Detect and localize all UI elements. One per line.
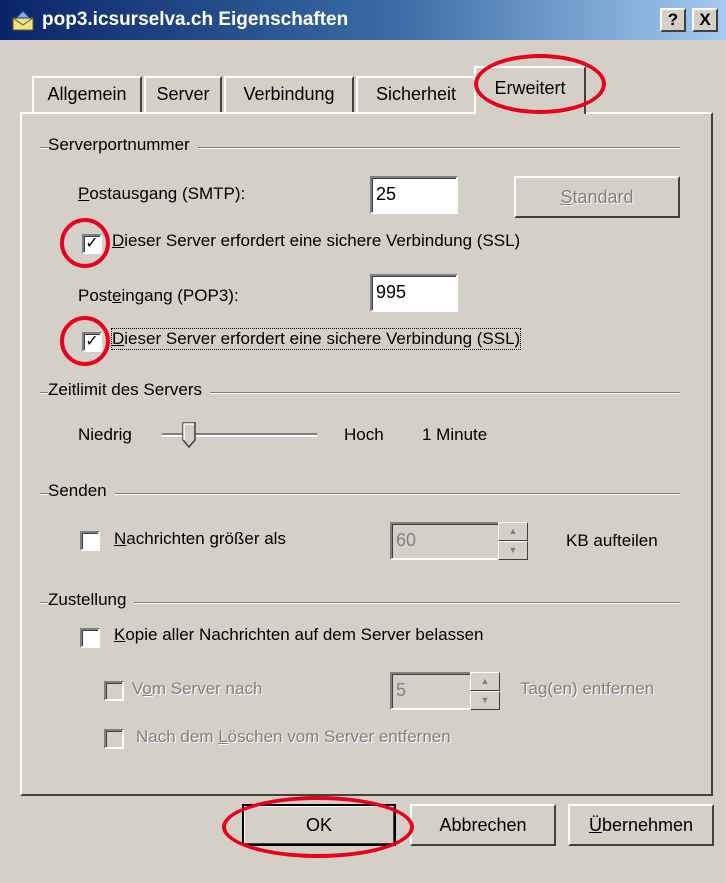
remove-after-checkbox[interactable] bbox=[104, 681, 124, 701]
chevron-down-icon[interactable]: ▼ bbox=[498, 541, 528, 560]
delivery-heading: Zustellung bbox=[48, 590, 135, 610]
remove-days-spinner[interactable]: ▲ ▼ bbox=[470, 672, 500, 710]
smtp-label: Postausgang (SMTP): bbox=[78, 184, 246, 203]
timeout-value: 1 Minute bbox=[422, 425, 488, 444]
tab-server[interactable]: Server bbox=[144, 76, 222, 112]
title-bar[interactable]: pop3.icsurselva.ch Eigenschaften ? X bbox=[0, 0, 726, 40]
window-title: pop3.icsurselva.ch Eigenschaften bbox=[42, 9, 349, 30]
keep-copy-label: Kopie aller Nachrichten auf dem Server b… bbox=[114, 625, 484, 644]
ok-button[interactable]: OK bbox=[242, 804, 396, 846]
timeout-heading: Zeitlimit des Servers bbox=[48, 380, 210, 400]
smtp-ssl-checkbox[interactable]: ✓ bbox=[82, 234, 102, 254]
chevron-up-icon[interactable]: ▲ bbox=[470, 672, 500, 691]
smtp-port-input[interactable]: 25 bbox=[370, 176, 458, 214]
smtp-ssl-label: Dieser Server erfordert eine sichere Ver… bbox=[112, 231, 521, 250]
split-size-spinner[interactable]: ▲ ▼ bbox=[498, 522, 528, 560]
remove-after-label: Vom Server nach bbox=[132, 679, 263, 698]
timeout-high-label: Hoch bbox=[344, 425, 384, 444]
tab-allgemein[interactable]: Allgemein bbox=[32, 76, 142, 112]
split-unit-label: KB aufteilen bbox=[566, 531, 658, 550]
tab-verbindung[interactable]: Verbindung bbox=[224, 76, 354, 112]
pop3-ssl-label: Dieser Server erfordert eine sichere Ver… bbox=[110, 328, 522, 350]
timeout-low-label: Niedrig bbox=[78, 425, 132, 444]
tab-sicherheit[interactable]: Sicherheit bbox=[356, 76, 476, 112]
send-heading: Senden bbox=[48, 481, 115, 501]
remove-deleted-checkbox[interactable] bbox=[104, 729, 124, 749]
chevron-up-icon[interactable]: ▲ bbox=[498, 522, 528, 541]
keep-copy-checkbox[interactable] bbox=[80, 628, 100, 648]
cancel-button[interactable]: Abbrechen bbox=[410, 804, 556, 846]
remove-days-input[interactable]: 5 bbox=[390, 672, 472, 710]
split-messages-label: Nachrichten größer als bbox=[114, 529, 286, 548]
standard-button: Standard bbox=[514, 176, 680, 218]
split-size-input[interactable]: 60 bbox=[390, 522, 500, 560]
group-divider bbox=[40, 602, 680, 604]
remove-days-unit: Tag(en) entfernen bbox=[520, 679, 655, 698]
remove-deleted-label: Nach dem Löschen vom Server entfernen bbox=[136, 727, 451, 746]
tab-erweitert[interactable]: Erweitert bbox=[474, 66, 586, 114]
chevron-down-icon[interactable]: ▼ bbox=[470, 691, 500, 710]
close-button[interactable]: X bbox=[692, 8, 718, 32]
pop3-label: Posteingang (POP3): bbox=[78, 286, 239, 305]
group-divider bbox=[40, 493, 680, 495]
mail-server-icon bbox=[12, 10, 34, 31]
pop3-ssl-checkbox[interactable]: ✓ bbox=[82, 332, 102, 352]
help-button[interactable]: ? bbox=[660, 8, 686, 32]
server-ports-heading: Serverportnummer bbox=[48, 135, 198, 155]
timeout-slider-thumb[interactable] bbox=[181, 422, 196, 448]
pop3-port-input[interactable]: 995 bbox=[370, 274, 458, 312]
split-messages-checkbox[interactable] bbox=[80, 531, 100, 551]
apply-button[interactable]: Übernehmen bbox=[568, 804, 714, 846]
